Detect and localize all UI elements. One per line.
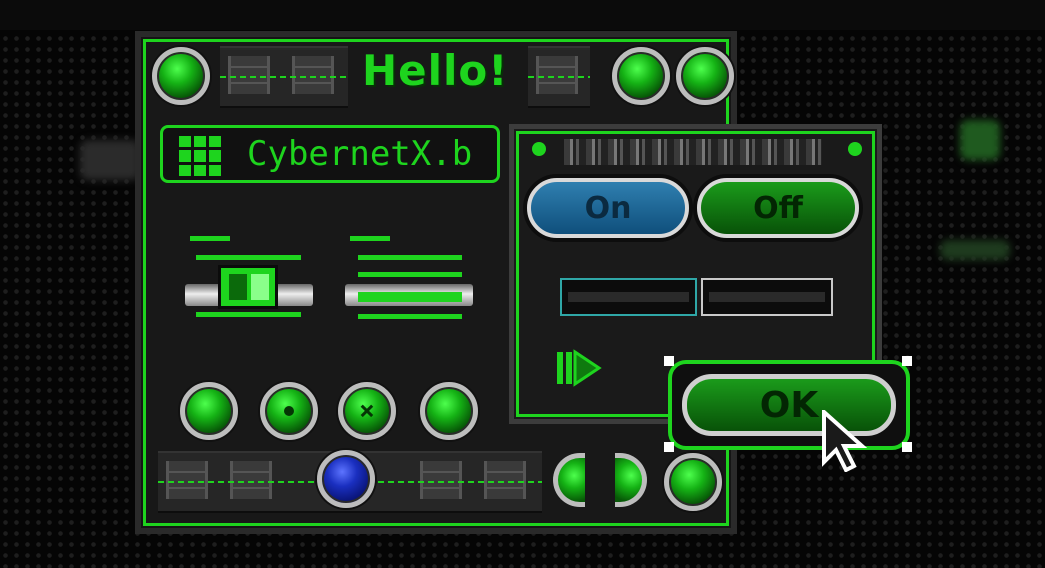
selection-corner — [664, 442, 674, 452]
orb-button-close[interactable]: × — [338, 382, 396, 440]
window-title: Hello! — [362, 46, 509, 95]
play-icon[interactable] — [557, 348, 605, 388]
orb-button-1[interactable] — [180, 382, 238, 440]
off-button[interactable]: Off — [697, 178, 859, 238]
bg-widget — [960, 120, 1000, 160]
bg-widget — [940, 240, 1010, 260]
level-meter-left — [560, 278, 697, 316]
top-slot-left — [220, 46, 348, 108]
grid-icon — [179, 136, 221, 176]
dialog-led-right — [848, 142, 862, 156]
cursor-icon — [822, 410, 868, 472]
top-right-orb-button-2[interactable] — [676, 47, 734, 105]
on-button[interactable]: On — [527, 178, 689, 238]
top-slot-right — [528, 46, 590, 108]
top-right-orb-button-1[interactable] — [612, 47, 670, 105]
name-label: CybernetX.b — [247, 134, 473, 174]
selection-corner — [902, 356, 912, 366]
blue-orb-button[interactable] — [317, 450, 375, 508]
selection-corner — [664, 356, 674, 366]
orb-button-4[interactable] — [420, 382, 478, 440]
level-meter-right — [701, 278, 833, 316]
ok-button-frame: OK — [668, 360, 910, 450]
dialog-title-rail[interactable] — [564, 139, 822, 165]
orb-button-2[interactable] — [260, 382, 318, 440]
selection-corner — [902, 442, 912, 452]
slider-thumb[interactable] — [218, 265, 278, 309]
taskbar — [0, 0, 1045, 30]
bg-widget — [80, 140, 140, 180]
name-field[interactable]: CybernetX.b — [160, 125, 500, 183]
dialog-led-left — [532, 142, 546, 156]
top-left-orb-button[interactable] — [152, 47, 210, 105]
bottom-right-orb-button[interactable] — [664, 453, 722, 511]
